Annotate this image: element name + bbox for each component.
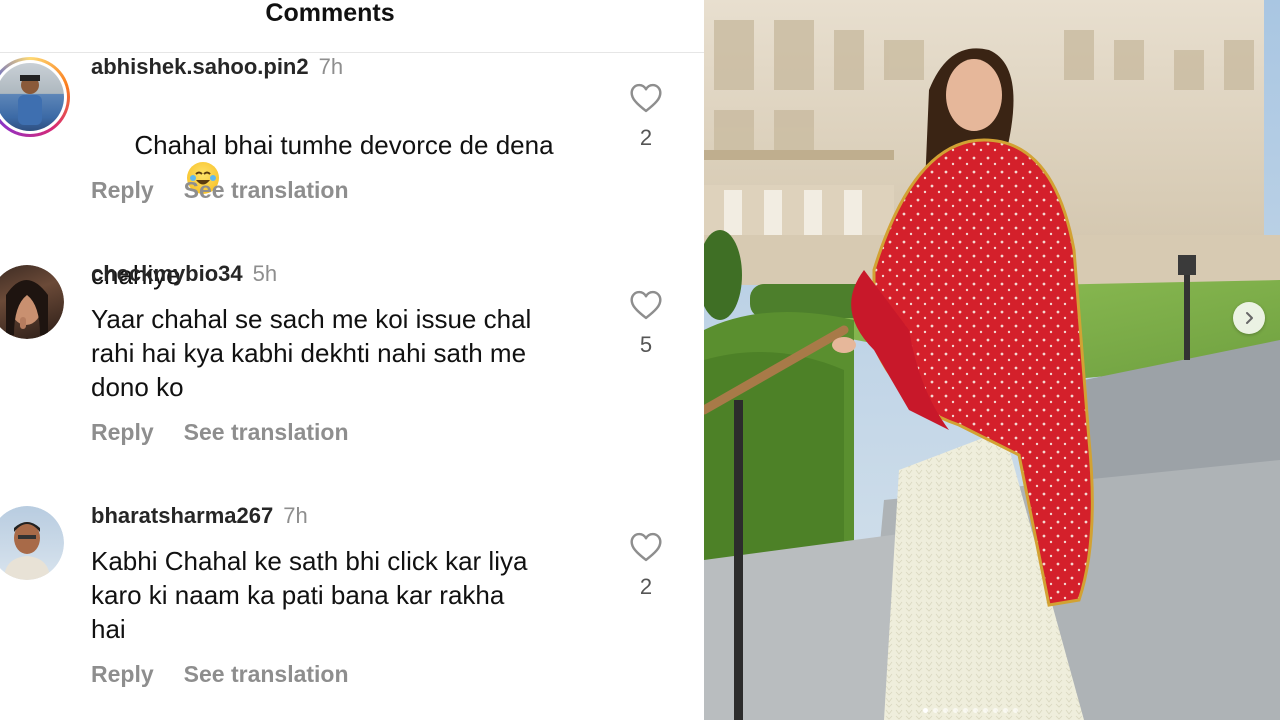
comment-time: 7h — [283, 503, 308, 528]
comment-item: bharatsharma267 7h Kabhi Chahal ke sath b… — [0, 0, 704, 712]
chevron-right-icon — [1246, 312, 1253, 324]
palace-photo-illustration — [704, 0, 1280, 720]
carousel-dot[interactable] — [922, 708, 928, 713]
reply-button[interactable]: Reply — [91, 661, 154, 687]
carousel-dot[interactable] — [962, 708, 968, 713]
like-column: 2 — [620, 532, 672, 602]
avatar[interactable] — [0, 506, 64, 580]
next-photo-button[interactable] — [1233, 302, 1265, 334]
comment-actions: Reply See translation — [91, 659, 349, 689]
carousel-dot[interactable] — [1002, 708, 1008, 713]
carousel-dot[interactable] — [982, 708, 988, 713]
carousel-dot[interactable] — [1012, 708, 1018, 713]
like-count: 2 — [639, 574, 653, 599]
carousel-dot[interactable] — [972, 708, 978, 713]
see-translation-button[interactable]: See translation — [184, 661, 349, 687]
carousel-dot[interactable] — [932, 708, 938, 713]
comments-panel: Comments abhishek.sahoo.pin2 7h Chahal bh… — [0, 0, 704, 720]
comment-text: Kabhi Chahal ke sath bhi click kar liya … — [91, 546, 528, 644]
carousel-dots — [820, 708, 1120, 718]
post-photo[interactable] — [704, 0, 1280, 720]
carousel-dot[interactable] — [992, 708, 998, 713]
carousel-dot[interactable] — [952, 708, 958, 713]
carousel-dot[interactable] — [942, 708, 948, 713]
heart-outline-icon[interactable] — [629, 532, 663, 562]
comment-username[interactable]: bharatsharma267 7h — [91, 502, 308, 530]
